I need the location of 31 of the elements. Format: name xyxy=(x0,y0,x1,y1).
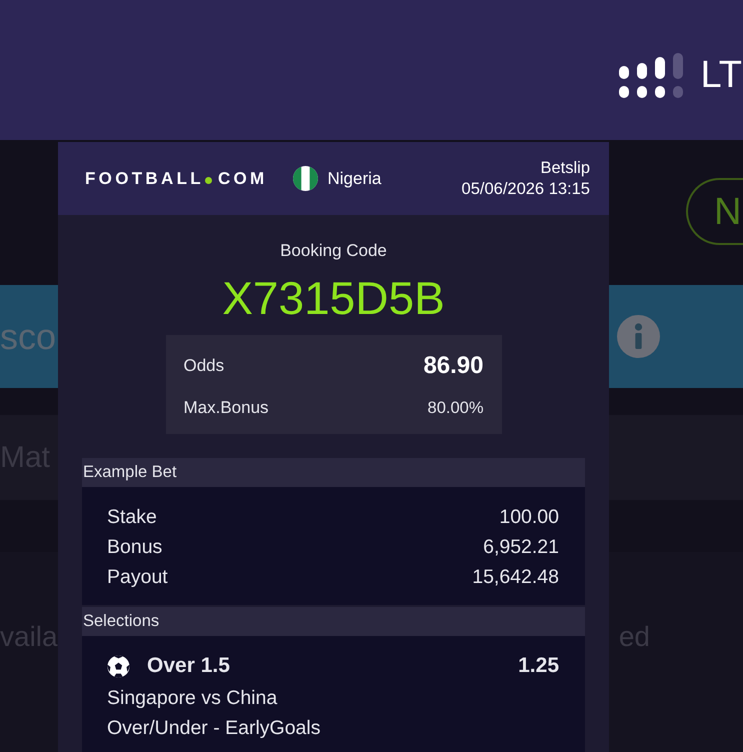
outline-button[interactable]: N xyxy=(686,178,743,245)
country-name: Nigeria xyxy=(328,168,382,190)
logo-text: FOOTBALL xyxy=(85,170,204,187)
bet-value: 6,952.21 xyxy=(483,535,559,560)
section-header: Example Bet xyxy=(82,458,585,487)
selection-odds: 1.25 xyxy=(518,653,559,680)
flag-icon xyxy=(292,166,318,191)
info-icon[interactable] xyxy=(617,315,660,358)
signal-icon xyxy=(619,52,684,98)
selection-pick: Over 1.5 xyxy=(147,653,230,680)
match-name: Singapore vs China xyxy=(107,686,278,711)
bet-label: Stake xyxy=(107,505,157,530)
summary-label: Max.Bonus xyxy=(184,397,269,420)
market-name: Over/Under - EarlyGoals xyxy=(107,716,322,741)
betslip-title: Betslip xyxy=(539,158,590,178)
summary-value: 80.00% xyxy=(428,398,484,419)
bet-label: Payout xyxy=(107,565,168,590)
booking-code: X7315D5B xyxy=(221,273,446,323)
bet-value: 15,642.48 xyxy=(472,565,559,590)
football-icon xyxy=(107,654,130,678)
summary-value: 86.90 xyxy=(423,351,484,381)
section-header: Selections xyxy=(82,607,585,636)
network-label: LT xyxy=(700,56,742,94)
summary-label: Odds xyxy=(184,355,224,378)
bet-value: 100.00 xyxy=(499,505,559,530)
date-time: 05/06/2026 13:15 xyxy=(462,178,590,200)
banner-text: sco xyxy=(0,318,56,354)
logo-dot-icon xyxy=(204,177,212,184)
logo-text: COM xyxy=(218,170,268,187)
booking-code-label: Booking Code xyxy=(279,241,388,261)
bet-label: Bonus xyxy=(107,535,162,560)
